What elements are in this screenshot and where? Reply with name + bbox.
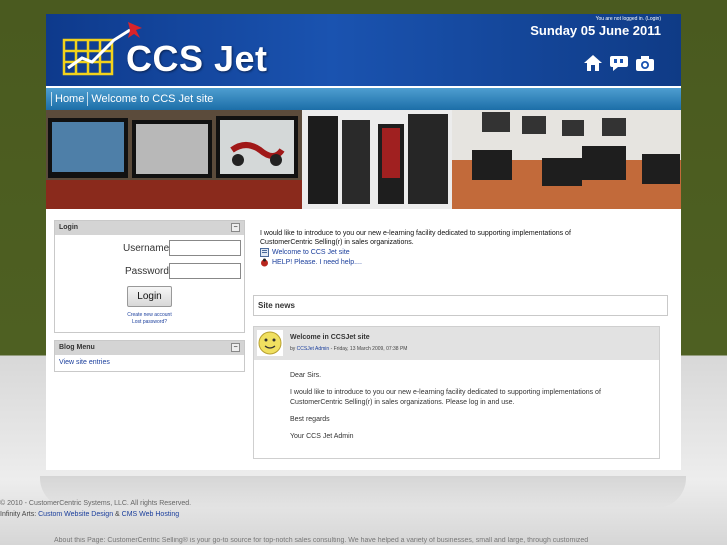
welcome-resource-link[interactable]: Welcome to CCS Jet site <box>260 248 660 257</box>
header-date: Sunday 05 June 2011 <box>530 23 661 38</box>
nav-separator <box>51 92 52 106</box>
login-button[interactable]: Login <box>127 286 172 307</box>
post-author-link[interactable]: CCSJet Admin <box>297 346 330 352</box>
username-label: Username <box>123 243 170 254</box>
news-post: Welcome in CCSJet site by CCSJet Admin -… <box>253 326 660 459</box>
byline-prefix: by <box>290 346 297 352</box>
collapse-icon[interactable]: − <box>231 223 240 232</box>
camera-icon[interactable] <box>635 54 655 72</box>
chat-icon[interactable] <box>609 54 629 72</box>
post-date: - Friday, 13 March 2009, 07:38 PM <box>329 346 408 352</box>
post-paragraph-line1: I would like to introduce to you our new… <box>290 389 601 396</box>
site-header: CCS Jet You are not logged in. (Login) S… <box>46 14 681 86</box>
banner-monitors-image <box>46 110 302 209</box>
banner-servers-image <box>302 110 452 209</box>
login-block-header: Login − <box>55 221 244 235</box>
custom-website-design-link[interactable]: Custom Website Design <box>38 511 113 518</box>
post-title[interactable]: Welcome in CCSJet site <box>290 334 370 341</box>
page-icon <box>260 248 269 257</box>
login-block-title: Login <box>59 224 79 231</box>
welcome-link-text[interactable]: Welcome to CCS Jet site <box>272 248 350 257</box>
intro-text-line1: I would like to introduce to you our new… <box>260 230 571 237</box>
nav-separator <box>87 92 89 106</box>
password-label: Password <box>125 266 169 277</box>
blog-menu-header: Blog Menu − <box>55 341 244 355</box>
password-input[interactable] <box>169 263 241 279</box>
post-signature: Your CCS Jet Admin <box>290 433 354 440</box>
site-title: CCS Jet <box>126 38 268 79</box>
blog-menu-block: Blog Menu − View site entries <box>54 340 245 372</box>
collapse-icon[interactable]: − <box>231 343 240 352</box>
intro-section: I would like to introduce to you our new… <box>260 229 660 267</box>
post-greeting: Dear Sirs. <box>290 372 322 379</box>
footer-credit: Infinity Arts: Custom Website Design & C… <box>0 511 179 518</box>
site-news-header: Site news <box>253 295 668 316</box>
post-header: Welcome in CCSJet site by CCSJet Admin -… <box>254 327 659 360</box>
bug-icon <box>260 258 269 267</box>
home-icon[interactable] <box>583 54 603 72</box>
footer-about-text: About this Page: CustomerCentric Selling… <box>54 537 589 544</box>
avatar <box>257 330 283 356</box>
view-site-entries-link[interactable]: View site entries <box>55 355 244 370</box>
username-input[interactable] <box>169 240 241 256</box>
help-forum-link[interactable]: HELP! Please. I need help.... <box>260 258 660 267</box>
login-status[interactable]: You are not logged in. (Login) <box>596 16 661 22</box>
login-block: Login − Username Password Login Create n… <box>54 220 245 333</box>
post-body: Dear Sirs. I would like to introduce to … <box>290 371 650 449</box>
banner-images <box>46 110 681 209</box>
header-icon-bar <box>583 54 655 72</box>
lost-password-link[interactable]: Lost password? <box>55 319 244 325</box>
intro-text-line2: CustomerCentric Selling(r) in sales orga… <box>260 239 414 246</box>
breadcrumb-current: Welcome to CCS Jet site <box>91 93 214 105</box>
page-container: CCS Jet You are not logged in. (Login) S… <box>46 14 681 470</box>
breadcrumb-bar: Home Welcome to CCS Jet site <box>46 88 681 110</box>
blog-menu-title: Blog Menu <box>59 344 95 351</box>
post-regards: Best regards <box>290 416 330 423</box>
credit-prefix[interactable]: Infinity Arts: <box>0 511 38 518</box>
create-account-link[interactable]: Create new account <box>55 312 244 318</box>
post-paragraph: I would like to introduce to you our new… <box>290 388 650 408</box>
banner-classroom-image <box>452 110 681 209</box>
cms-web-hosting-link[interactable]: CMS Web Hosting <box>122 511 179 518</box>
help-link-text[interactable]: HELP! Please. I need help.... <box>272 258 362 267</box>
breadcrumb-home-link[interactable]: Home <box>55 93 84 105</box>
post-paragraph-line2: CustomerCentric Selling(r) in sales orga… <box>290 399 515 406</box>
footer-copyright: © 2010 - CustomerCentric Systems, LLC. A… <box>0 500 192 507</box>
credit-amp: & <box>113 511 122 518</box>
post-byline: by CCSJet Admin - Friday, 13 March 2009,… <box>290 346 407 352</box>
